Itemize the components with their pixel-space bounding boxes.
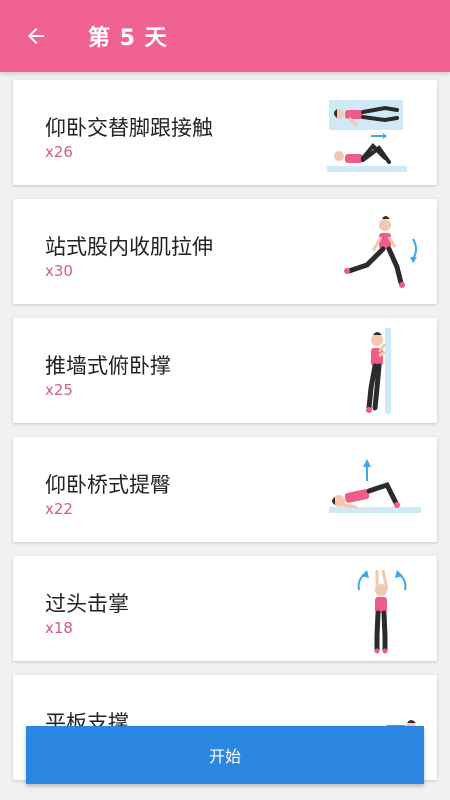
exercise-card[interactable]: 过头击掌 x18 (13, 556, 437, 661)
exercise-name: 站式股内收肌拉伸 (45, 235, 213, 259)
exercise-reps: x22 (45, 500, 73, 518)
start-button[interactable]: 开始 (26, 726, 424, 784)
exercise-name: 推墙式俯卧撑 (45, 354, 171, 378)
exercise-card[interactable]: 仰卧交替脚跟接触 x26 (13, 80, 437, 185)
back-button[interactable] (14, 14, 58, 58)
exercise-name: 仰卧桥式提臀 (45, 473, 171, 497)
exercise-reps: x30 (45, 262, 73, 280)
arrow-left-icon (28, 28, 44, 44)
exercise-card[interactable]: 站式股内收肌拉伸 x30 (13, 199, 437, 304)
exercise-reps: x25 (45, 381, 73, 399)
overhead-clap-illustration (357, 569, 407, 654)
workout-day-screen: 第 5 天 仰卧交替脚跟接触 x26 站式股内收肌拉伸 x30 推墙式俯卧撑 x… (0, 0, 450, 800)
exercise-card[interactable]: 仰卧桥式提臀 x22 (13, 437, 437, 542)
page-title: 第 5 天 (88, 26, 168, 51)
heel-touch-illustration (327, 100, 407, 172)
exercise-name: 过头击掌 (45, 592, 129, 616)
exercise-card[interactable]: 推墙式俯卧撑 x25 (13, 318, 437, 423)
glute-bridge-illustration (329, 459, 421, 513)
top-app-bar: 第 5 天 (0, 0, 450, 72)
wall-pushup-illustration (366, 328, 391, 414)
side-lunge-stretch-illustration (344, 216, 417, 288)
exercise-name: 仰卧交替脚跟接触 (45, 116, 213, 140)
exercise-reps: x18 (45, 619, 73, 637)
exercise-reps: x26 (45, 143, 73, 161)
exercise-list[interactable]: 仰卧交替脚跟接触 x26 站式股内收肌拉伸 x30 推墙式俯卧撑 x25 仰卧桥… (0, 72, 450, 800)
